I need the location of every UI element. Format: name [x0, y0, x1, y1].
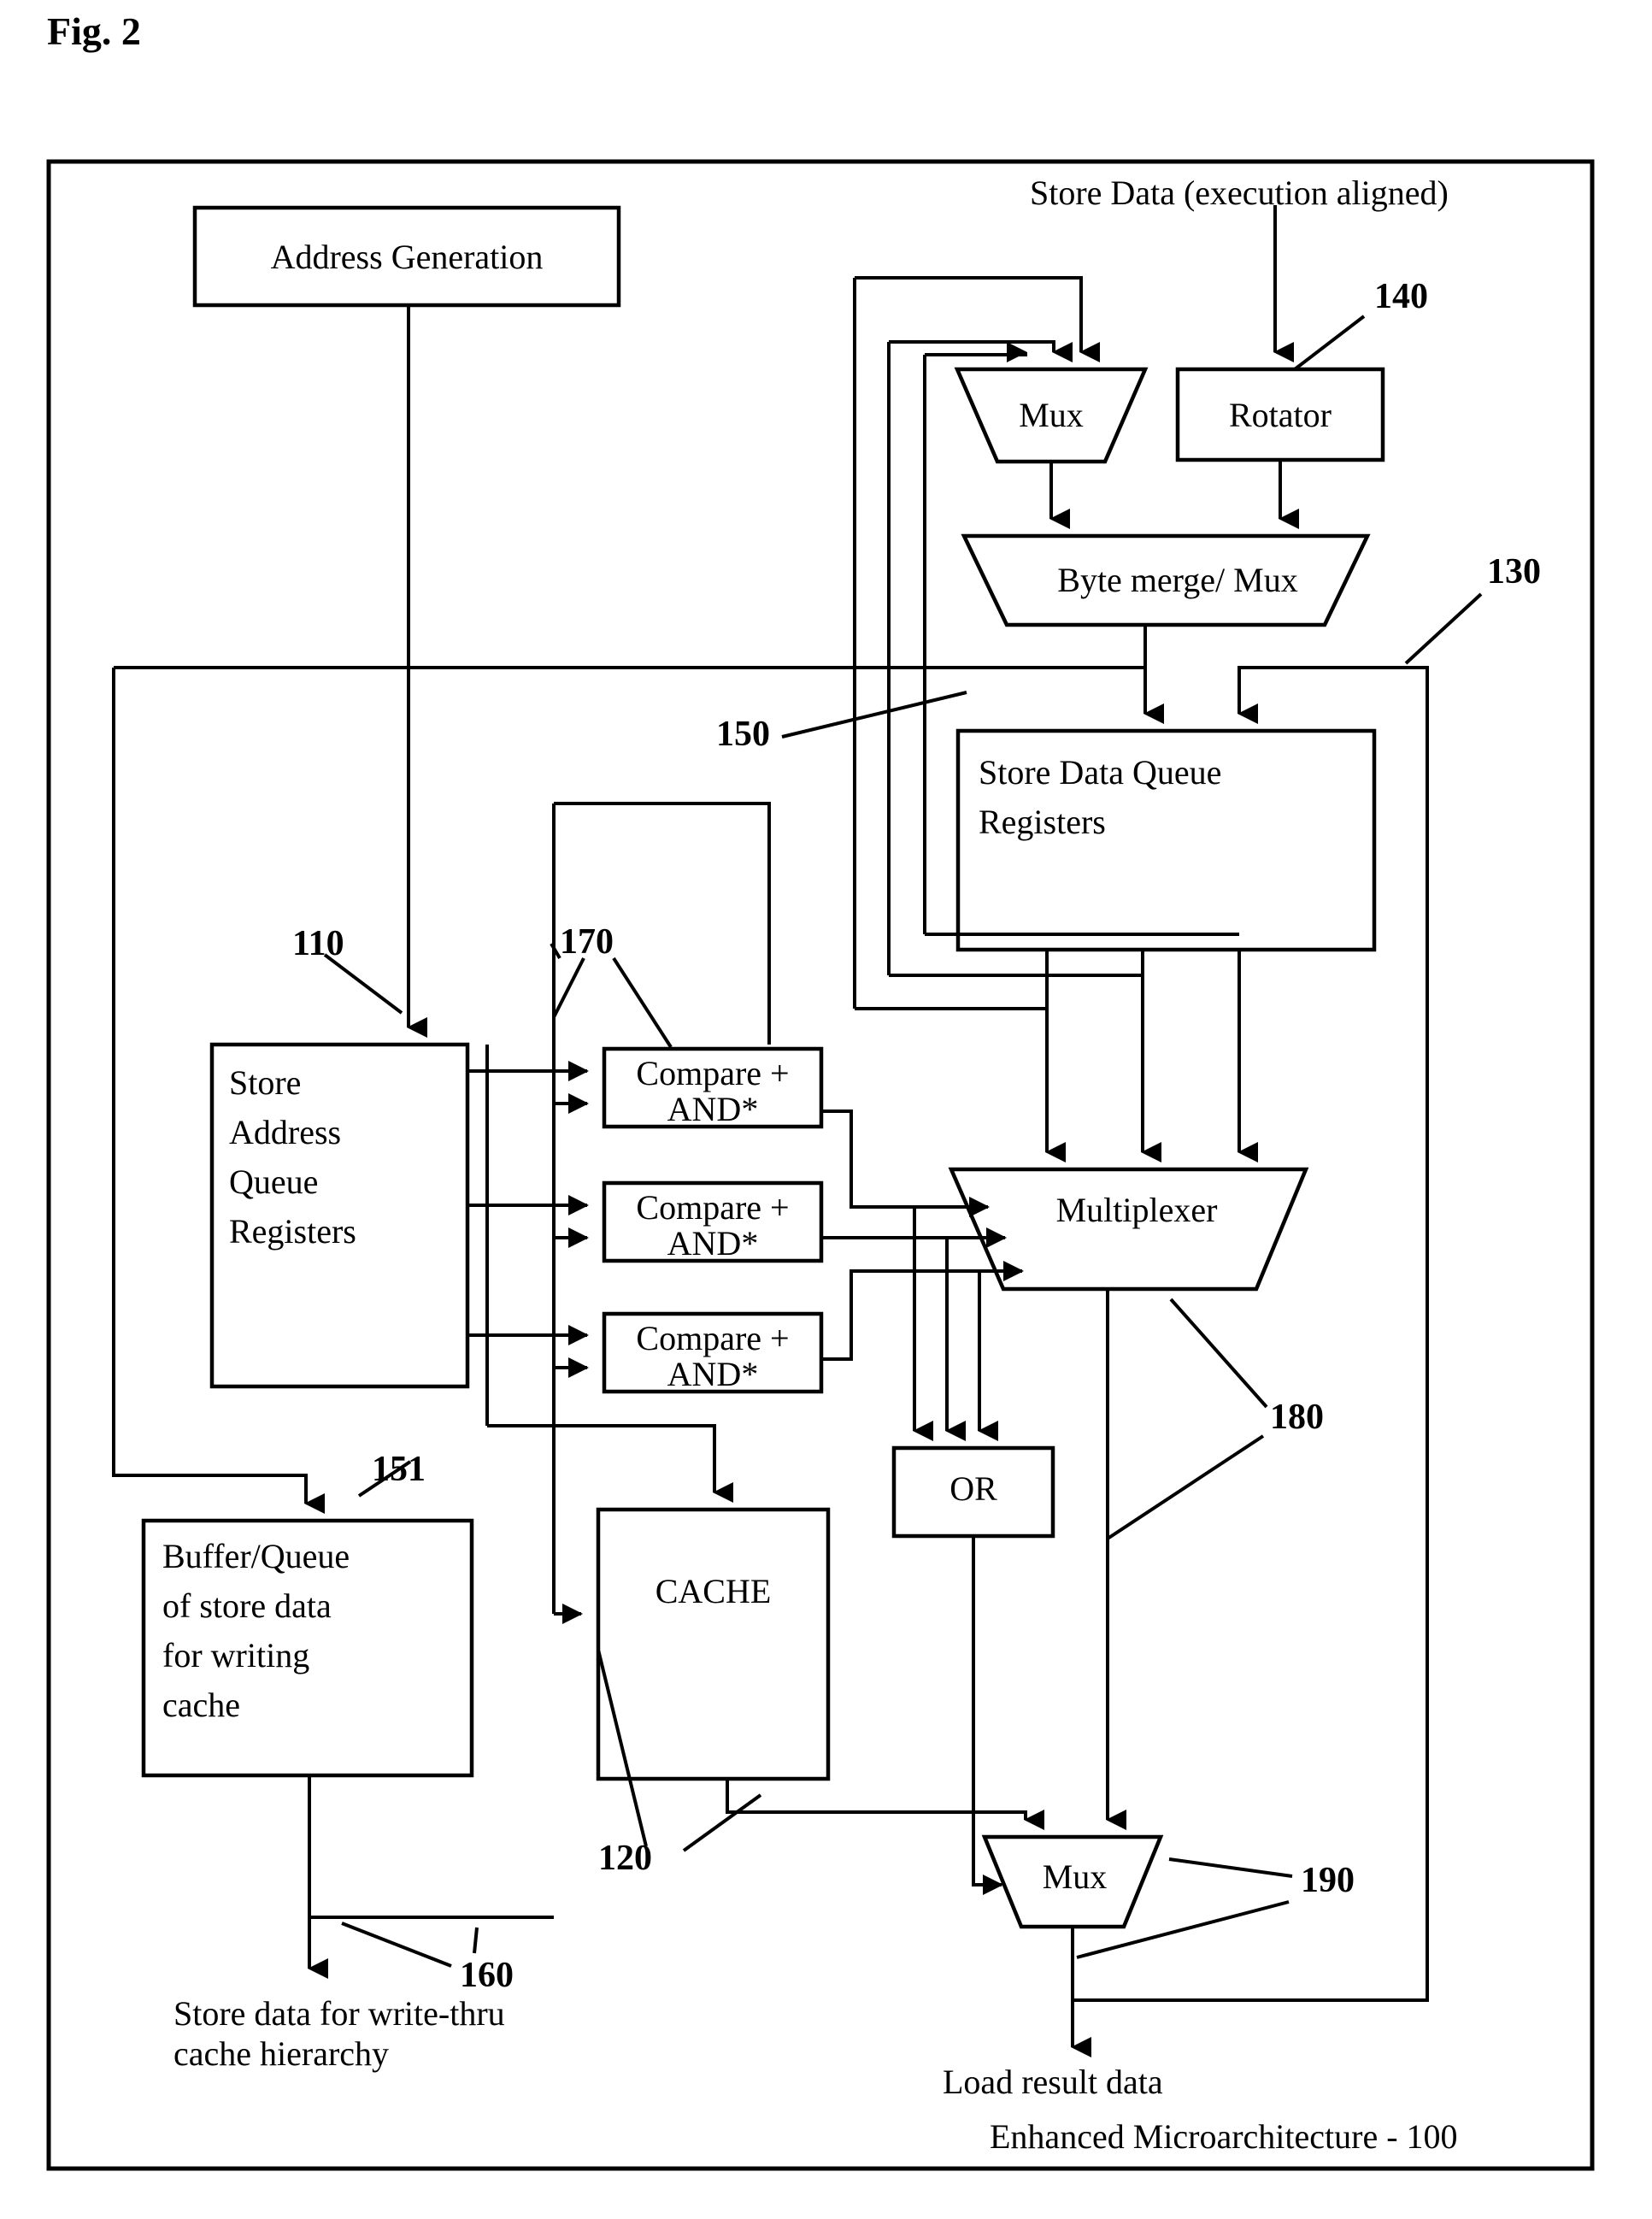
buffer-queue-label-3: for writing: [162, 1636, 310, 1675]
ref-110: 110: [292, 924, 344, 963]
cache-box: [596, 1507, 831, 1781]
or-label: OR: [949, 1469, 997, 1508]
compare-and-label-1a: Compare +: [636, 1054, 790, 1092]
ref-160: 160: [460, 1956, 514, 1995]
store-data-queue-label-2: Registers: [979, 803, 1106, 841]
byte-merge-mux-label: Byte merge/ Mux: [1057, 561, 1298, 599]
leader-180-b: [1106, 1434, 1265, 1540]
multiplexer-label: Multiplexer: [1055, 1191, 1218, 1229]
leader-170-right: [612, 956, 673, 1049]
load-result-label: Load result data: [943, 2063, 1163, 2101]
store-data-input-label: Store Data (execution aligned): [1030, 174, 1449, 212]
leader-160-a: [341, 1922, 452, 1968]
wire-to-cache-top: [487, 1424, 733, 1503]
wire-feedback-mux-2: [889, 340, 1073, 362]
figure-title: Fig. 2: [47, 9, 141, 53]
ref-140: 140: [1374, 277, 1428, 316]
mux-top-label: Mux: [1019, 396, 1084, 434]
wire-cmp3-to-mux: [821, 1261, 1024, 1361]
ref-170: 170: [560, 922, 614, 962]
wire-feedback-mux-3: [925, 342, 1027, 362]
compare-and-label-2b: AND*: [667, 1224, 759, 1263]
store-data-queue-label-1: Store Data Queue: [979, 753, 1222, 792]
store-address-queue-label-4: Registers: [229, 1212, 356, 1251]
leader-160-b: [473, 1927, 479, 1954]
figure-caption: Enhanced Microarchitecture - 100: [990, 2117, 1458, 2156]
cache-label: CACHE: [655, 1572, 772, 1610]
buffer-queue-label-1: Buffer/Queue: [162, 1537, 350, 1575]
store-data-output-label: Store data for write-thru cache hierarch…: [173, 1994, 505, 2074]
ref-190: 190: [1301, 1861, 1355, 1900]
compare-and-label-3a: Compare +: [636, 1319, 790, 1357]
compare-and-label-3b: AND*: [667, 1355, 759, 1393]
store-address-queue-label-1: Store: [229, 1063, 302, 1102]
wire-cache-out-to-mux: [726, 1779, 1044, 1830]
leader-150: [781, 691, 967, 739]
compare-and-label-1b: AND*: [667, 1090, 759, 1128]
buffer-queue-label-2: of store data: [162, 1586, 332, 1625]
mux-bottom-label: Mux: [1042, 1857, 1108, 1896]
leader-120-b: [682, 1793, 762, 1852]
compare-and-label-2a: Compare +: [636, 1188, 790, 1227]
leader-170-left: [552, 957, 585, 1018]
patent-figure: Fig. 2 Store Data (execution aligned) Ad…: [0, 0, 1652, 2219]
leader-190-a: [1168, 1857, 1293, 1878]
ref-151: 151: [372, 1450, 426, 1489]
address-generation-label: Address Generation: [270, 237, 544, 276]
diagram-canvas: [46, 159, 1595, 2171]
wire-or-to-mux-bottom: [972, 1536, 1003, 1895]
leader-130: [1404, 592, 1483, 665]
rotator-label: Rotator: [1229, 396, 1332, 434]
store-address-queue-label-2: Address: [229, 1113, 342, 1151]
ref-150: 150: [716, 715, 770, 754]
ref-120: 120: [598, 1839, 652, 1878]
ref-180: 180: [1270, 1398, 1324, 1437]
buffer-queue-label-4: cache: [162, 1686, 241, 1724]
store-address-queue-label-3: Queue: [229, 1162, 319, 1201]
leader-180-a: [1169, 1298, 1268, 1409]
wire-muxbottom-feedback: [1073, 1915, 1429, 2002]
ref-130: 130: [1487, 552, 1541, 592]
leader-140: [1293, 315, 1366, 371]
